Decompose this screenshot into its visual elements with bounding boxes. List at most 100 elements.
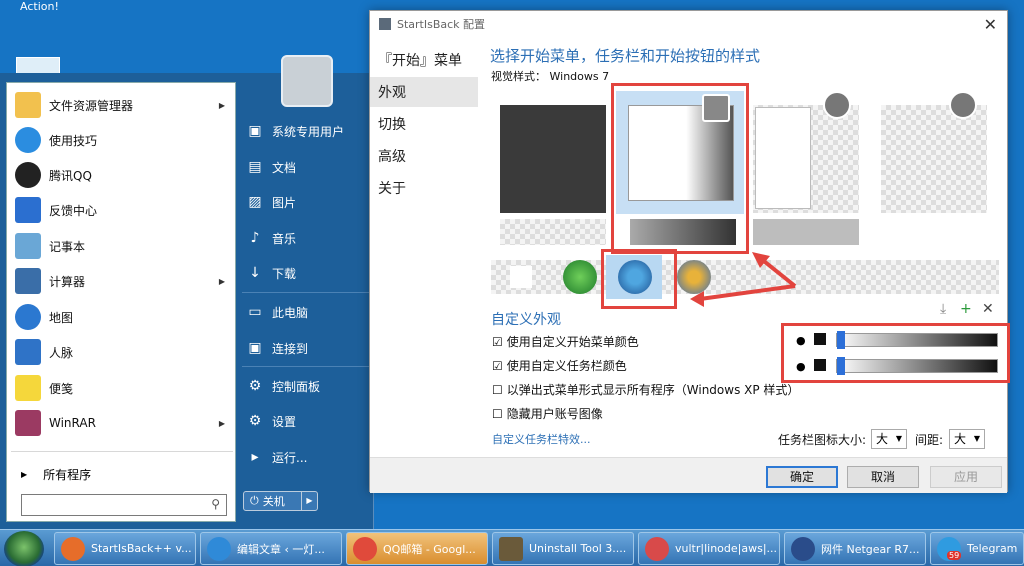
- taskbar-item-chrome[interactable]: QQ邮箱 - Googl...: [346, 532, 488, 565]
- spacing-select[interactable]: 大 ▼: [949, 429, 985, 449]
- nav-advanced[interactable]: 高级: [378, 141, 486, 171]
- start-orb-green[interactable]: [563, 260, 597, 294]
- nav-switch[interactable]: 切换: [378, 109, 486, 139]
- user-icon: [949, 91, 977, 119]
- checkbox-icon: ☑: [492, 358, 503, 373]
- start-right-settings[interactable]: ⚙ 设置: [240, 406, 370, 436]
- start-right-connect[interactable]: ▣ 连接到: [240, 333, 370, 363]
- start-right-pictures[interactable]: ▨ 图片: [240, 187, 370, 217]
- apply-button[interactable]: 应用: [930, 466, 1002, 488]
- shutdown-options-button[interactable]: ▶: [301, 492, 317, 510]
- chevron-down-icon: ▼: [973, 434, 980, 443]
- add-icon[interactable]: +: [960, 301, 972, 317]
- windows10-logo-icon[interactable]: [510, 266, 532, 288]
- dialog-title: StartIsBack 配置: [397, 18, 486, 31]
- uninstall-tool-icon: [499, 536, 523, 561]
- start-item-label: 腾讯QQ: [49, 168, 92, 183]
- close-icon[interactable]: ✕: [982, 301, 994, 317]
- droplet-icon[interactable]: ●: [796, 360, 806, 373]
- icon-size-select[interactable]: 大 ▼: [871, 429, 907, 449]
- start-item-winrar[interactable]: WinRAR ▶: [7, 406, 235, 440]
- taskbar-item-firefox[interactable]: StartIsBack++ v...: [54, 532, 196, 565]
- visual-style-value: Windows 7: [549, 70, 610, 83]
- color-swatch[interactable]: [814, 359, 826, 371]
- droplet-icon[interactable]: ●: [796, 334, 806, 347]
- taskbar-effects-link[interactable]: 自定义任务栏特效...: [492, 431, 591, 447]
- menu-preview: [755, 107, 811, 209]
- user-avatar[interactable]: [281, 55, 333, 107]
- option-xp-all-programs[interactable]: ☐ 以弹出式菜单形式显示所有程序（Windows XP 样式）: [492, 381, 799, 398]
- style-preview-plain[interactable]: [881, 91, 987, 213]
- nav-appearance[interactable]: 外观: [370, 77, 478, 107]
- start-search-input[interactable]: ⚲: [21, 494, 227, 516]
- start-right-label: 系统专用用户: [272, 124, 345, 139]
- taskbar-item-uninstall-tool[interactable]: Uninstall Tool 3....: [492, 532, 634, 565]
- slider-thumb[interactable]: [837, 357, 845, 375]
- highlight-box: [611, 83, 749, 254]
- checkbox-icon: ☐: [492, 406, 503, 421]
- start-item-qq[interactable]: 腾讯QQ: [7, 158, 235, 192]
- cancel-button[interactable]: 取消: [847, 466, 919, 488]
- all-programs[interactable]: ▶ 所有程序: [7, 459, 235, 489]
- start-right-music[interactable]: ♪ 音乐: [240, 223, 370, 253]
- style-preview-win10[interactable]: [500, 105, 606, 213]
- color-swatch[interactable]: [814, 333, 826, 345]
- taskbar-color-slider[interactable]: [836, 357, 998, 375]
- start-menu-color-slider[interactable]: [836, 331, 998, 349]
- nav-about[interactable]: 关于: [378, 173, 486, 203]
- user-folder-icon: ▣: [248, 123, 262, 139]
- taskbar-item-label: QQ邮箱 - Googl...: [383, 542, 476, 556]
- start-item-sticky-notes[interactable]: 便笺: [7, 371, 235, 405]
- start-right-label: 运行...: [272, 450, 308, 465]
- document-icon: ▤: [248, 159, 262, 175]
- start-right-documents[interactable]: ▤ 文档: [240, 152, 370, 182]
- option-custom-start-color[interactable]: ☑ 使用自定义开始菜单颜色: [492, 333, 639, 350]
- nav-start-menu[interactable]: 『开始』菜单: [378, 45, 486, 75]
- start-item-people[interactable]: 人脉: [7, 335, 235, 369]
- start-right-run[interactable]: ▸ 运行...: [240, 442, 370, 472]
- picture-icon: ▨: [248, 194, 262, 210]
- taskbar-preview-3[interactable]: [753, 219, 859, 245]
- start-item-explorer[interactable]: 文件资源管理器 ▶: [7, 88, 235, 122]
- icon-size-label: 任务栏图标大小:: [778, 433, 867, 447]
- start-item-notepad[interactable]: 记事本: [7, 229, 235, 263]
- option-hide-avatar[interactable]: ☐ 隐藏用户账号图像: [492, 405, 603, 422]
- slider-thumb[interactable]: [837, 331, 845, 349]
- ok-button[interactable]: 确定: [766, 466, 838, 488]
- search-icon: ⚲: [211, 497, 220, 511]
- start-right-this-pc[interactable]: ▭ 此电脑: [240, 297, 370, 327]
- taskbar-item-netgear[interactable]: 网件 Netgear R7...: [784, 532, 926, 565]
- download-icon[interactable]: ⤓: [940, 301, 946, 317]
- chevron-right-icon: ▶: [218, 100, 225, 110]
- start-right-label: 连接到: [272, 341, 309, 356]
- start-button[interactable]: [4, 531, 44, 566]
- taskbar-item-notepad[interactable]: vultr|linode|aws|...: [638, 532, 780, 565]
- startisback-config-dialog: StartIsBack 配置 ✕ 『开始』菜单 外观 切换 高级 关于 选择开始…: [369, 10, 1010, 493]
- option-custom-taskbar-color[interactable]: ☑ 使用自定义任务栏颜色: [492, 357, 627, 374]
- checkbox-icon: ☑: [492, 334, 503, 349]
- desktop-label: Action!: [20, 0, 59, 13]
- taskbar-preview-1[interactable]: [500, 219, 606, 245]
- start-item-feedback[interactable]: 反馈中心: [7, 193, 235, 227]
- taskbar-item-label: 网件 Netgear R7...: [821, 542, 920, 556]
- shutdown-button[interactable]: ⏻ 关机 ▶: [243, 491, 318, 511]
- start-right-control-panel[interactable]: ⚙ 控制面板: [240, 371, 370, 401]
- start-item-calculator[interactable]: 计算器 ▶: [7, 264, 235, 298]
- start-right-user[interactable]: ▣ 系统专用用户: [240, 116, 370, 146]
- close-icon[interactable]: ✕: [984, 15, 997, 34]
- start-item-maps[interactable]: 地图: [7, 300, 235, 334]
- option-label: 使用自定义任务栏颜色: [506, 359, 627, 373]
- edge-icon: [207, 536, 231, 561]
- start-right-downloads[interactable]: ↓ 下载: [240, 258, 370, 288]
- lightbulb-icon: [15, 127, 41, 153]
- start-item-tips[interactable]: 使用技巧: [7, 123, 235, 157]
- taskbar-item-edge[interactable]: 编辑文章 ‹ 一灯...: [200, 532, 342, 565]
- taskbar-item-label: StartIsBack++ v...: [91, 542, 192, 555]
- option-label: 以弹出式菜单形式显示所有程序（Windows XP 样式）: [506, 383, 800, 397]
- start-item-label: WinRAR: [49, 416, 96, 430]
- taskbar-item-telegram[interactable]: 59 Telegram: [930, 532, 1024, 565]
- divider: [242, 366, 370, 367]
- custom-appearance-heading: 自定义外观: [491, 312, 561, 328]
- start-item-label: 文件资源管理器: [49, 98, 134, 113]
- style-preview-classic[interactable]: [753, 91, 859, 213]
